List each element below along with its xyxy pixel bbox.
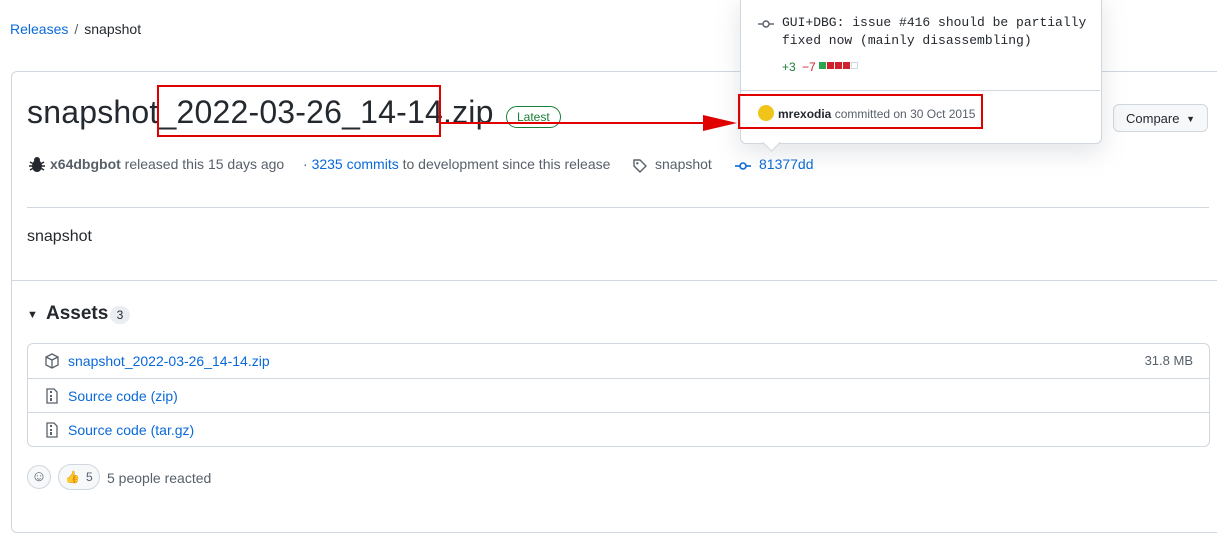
asset-list: snapshot_2022-03-26_14-14.zip 31.8 MB So… <box>27 343 1210 447</box>
meta-dot: · <box>303 156 308 172</box>
avatar[interactable] <box>758 105 774 121</box>
file-zip-icon <box>46 422 58 438</box>
asset-row: Source code (tar.gz) <box>28 412 1209 446</box>
released-text: released this 15 days ago <box>124 156 285 172</box>
release-title: snapshot_2022-03-26_14-14.zip <box>27 94 494 130</box>
annotation-arrow-icon <box>441 115 737 131</box>
commit-icon <box>758 20 774 28</box>
breadcrumb-current: snapshot <box>84 21 142 37</box>
diff-additions: +3 <box>782 60 796 74</box>
compare-label: Compare <box>1126 111 1180 126</box>
committed-text: committed on 30 Oct 2015 <box>834 107 976 121</box>
breadcrumb-separator: / <box>74 21 79 37</box>
asset-link[interactable]: snapshot_2022-03-26_14-14.zip <box>68 353 270 369</box>
asset-link[interactable]: Source code (tar.gz) <box>68 422 194 438</box>
asset-link[interactable]: Source code (zip) <box>68 388 178 404</box>
triangle-down-icon[interactable]: ▼ <box>27 309 38 321</box>
add-reaction-button[interactable]: ☺ <box>27 465 51 489</box>
smiley-icon: ☺ <box>31 468 47 485</box>
commit-author[interactable]: mrexodia <box>778 107 831 121</box>
asset-format: (tar.gz) <box>150 422 195 438</box>
diffstat-bar <box>819 62 859 70</box>
tag-link[interactable]: snapshot <box>655 156 712 172</box>
commits-suffix: to development since this release <box>402 156 611 172</box>
assets-heading[interactable]: Assets <box>46 303 108 325</box>
thumbs-up-reaction-button[interactable]: 👍 5 <box>58 464 100 490</box>
reactions-summary: 5 people reacted <box>107 470 212 486</box>
commit-icon <box>735 162 751 170</box>
diff-deletions: −7 <box>802 60 816 74</box>
divider <box>12 280 1217 281</box>
asset-format: (zip) <box>150 388 178 404</box>
asset-row: Source code (zip) <box>28 378 1209 412</box>
asset-row: snapshot_2022-03-26_14-14.zip 31.8 MB <box>28 344 1209 378</box>
tag-icon <box>633 159 647 173</box>
file-zip-icon <box>46 388 58 404</box>
assets-count-badge: 3 <box>110 306 130 324</box>
divider <box>27 207 1209 208</box>
release-author[interactable]: x64dbgbot <box>50 156 121 172</box>
commit-author-line: mrexodia committed on 30 Oct 2015 <box>778 107 975 121</box>
chevron-down-icon: ▼ <box>1186 114 1195 124</box>
asset-name: snapshot_2022-03-26_14-14.zip <box>68 353 270 369</box>
asset-size: 31.8 MB <box>1144 353 1193 368</box>
package-icon <box>45 353 59 369</box>
compare-button[interactable]: Compare ▼ <box>1113 104 1208 132</box>
commit-sha-link[interactable]: 81377dd <box>759 156 814 172</box>
breadcrumb: Releases / snapshot <box>10 21 141 37</box>
commits-meta: · 3235 commits to development since this… <box>303 156 610 172</box>
asset-name: Source code <box>68 422 147 438</box>
commits-link[interactable]: 3235 commits <box>312 156 399 172</box>
release-body: snapshot <box>27 228 92 245</box>
divider <box>741 90 1100 91</box>
asset-name: Source code <box>68 388 147 404</box>
commit-message[interactable]: GUI+DBG: issue #416 should be partially … <box>782 14 1092 50</box>
thumbs-up-icon: 👍 <box>65 470 80 484</box>
reaction-count: 5 <box>85 470 93 484</box>
breadcrumb-releases-link[interactable]: Releases <box>10 21 68 37</box>
release-meta: x64dbgbot released this 15 days ago <box>50 156 284 172</box>
bot-avatar-icon[interactable] <box>27 155 47 175</box>
